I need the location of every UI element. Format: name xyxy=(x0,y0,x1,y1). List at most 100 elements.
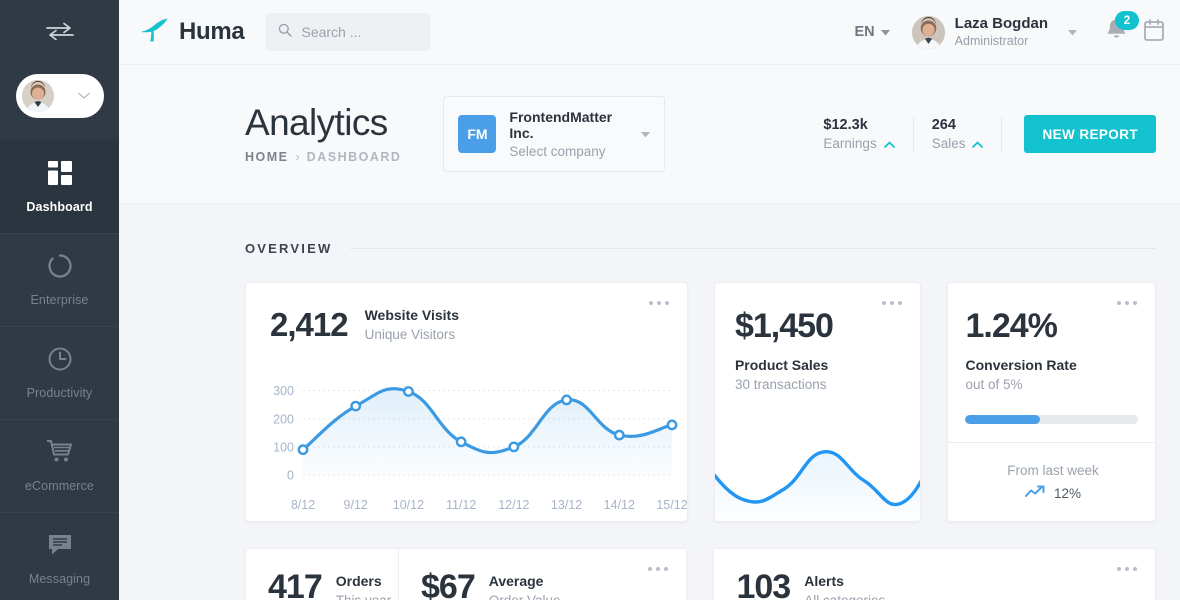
company-subtitle: Select company xyxy=(509,144,606,159)
calendar-icon[interactable] xyxy=(1138,18,1164,46)
cards-row-1: 2,412 Website Visits Unique Visitors 0 10… xyxy=(245,282,1156,522)
card-website-visits: 2,412 Website Visits Unique Visitors 0 10… xyxy=(245,282,688,522)
more-options-icon[interactable] xyxy=(644,563,672,575)
sidebar-nav: Dashboard Enterprise Productivity eComme… xyxy=(0,140,119,600)
sidebar-item-label: Dashboard xyxy=(26,199,93,214)
page-title-block: Analytics HOME › DASHBOARD xyxy=(245,104,401,164)
notifications-button[interactable]: 2 xyxy=(1083,11,1139,47)
section-title: OVERVIEW xyxy=(245,241,333,256)
y-axis-tick-label: 100 xyxy=(273,440,294,454)
data-point-marker xyxy=(350,400,362,412)
search-icon xyxy=(278,23,293,42)
swap-horizontal-icon xyxy=(45,22,74,40)
stat-earnings[interactable]: $12.3k Earnings xyxy=(805,117,914,151)
card-value: 417 xyxy=(268,568,323,600)
brand-logo[interactable]: Huma xyxy=(139,16,245,49)
card-title: Alerts xyxy=(804,573,844,589)
card-alerts: 103 Alerts All categories xyxy=(713,548,1156,600)
avatar xyxy=(21,80,54,112)
x-axis-tick-label: 13/12 xyxy=(551,498,582,512)
card-subtitle: 30 transactions xyxy=(734,377,827,392)
more-options-icon[interactable] xyxy=(1113,563,1141,575)
chat-bubble-icon xyxy=(47,532,73,563)
topbar: Huma EN xyxy=(119,0,1180,65)
data-point-marker xyxy=(403,386,414,397)
y-axis-tick-label: 300 xyxy=(273,384,294,398)
card-average-half: $67 Average Order Value xyxy=(398,549,686,600)
card-header: 2,412 Website Visits Unique Visitors xyxy=(246,283,687,342)
x-axis-tick-label: 12/12 xyxy=(498,498,529,512)
card-text: Website Visits Unique Visitors xyxy=(365,307,459,342)
card-title: Website Visits xyxy=(364,307,460,323)
card-value: $1,450 xyxy=(734,307,834,345)
breadcrumb-separator: › xyxy=(295,150,300,165)
brand-name: Huma xyxy=(179,18,245,45)
card-orders-average: 417 Orders This year $67 Average Order V… xyxy=(245,548,688,600)
stat-label-row: Sales xyxy=(932,136,984,151)
card-value: 1.24% xyxy=(965,307,1057,345)
user-menu[interactable]: Laza Bogdan Administrator xyxy=(904,15,1083,49)
card-footer: From last week 12% xyxy=(948,442,1156,521)
sidebar-user-switcher[interactable] xyxy=(15,74,104,118)
chevron-down-icon xyxy=(77,87,90,105)
sidebar-item-label: Productivity xyxy=(26,386,93,400)
more-options-icon[interactable] xyxy=(878,297,906,309)
caret-up-icon xyxy=(972,136,984,151)
card-title: Conversion Rate xyxy=(965,357,1077,373)
card-subtitle: out of 5% xyxy=(965,377,1023,392)
search-input[interactable] xyxy=(301,24,419,40)
caret-down-icon xyxy=(880,24,890,40)
line-chart-website-visits: 0 100 200 300 8/12 9/12 10/12 11/12 12/12 13/12 14… xyxy=(273,384,687,512)
sidebar-item-ecommerce[interactable]: eCommerce xyxy=(0,419,119,512)
user-text: Laza Bogdan Administrator xyxy=(955,15,1048,49)
stat-value: $12.3k xyxy=(823,117,868,133)
data-point-marker xyxy=(561,394,572,406)
language-selector[interactable]: EN xyxy=(841,24,904,40)
card-text: Orders This year xyxy=(336,571,392,600)
card-subtitle: All categories xyxy=(804,593,885,600)
divider xyxy=(350,248,1156,249)
breadcrumb-current: DASHBOARD xyxy=(306,150,402,165)
sidebar-item-dashboard[interactable]: Dashboard xyxy=(0,140,119,233)
x-axis-tick-label: 14/12 xyxy=(604,498,635,512)
page-title: Analytics xyxy=(245,102,388,144)
data-point-marker xyxy=(297,444,309,456)
x-axis-tick-label: 8/12 xyxy=(291,498,315,512)
trend-up-icon xyxy=(1024,485,1046,501)
data-point-marker xyxy=(666,419,678,431)
sidebar-item-enterprise[interactable]: Enterprise xyxy=(0,233,119,326)
card-subtitle: Unique Visitors xyxy=(364,327,456,342)
shopping-cart-icon xyxy=(46,439,73,470)
more-options-icon[interactable] xyxy=(1113,297,1141,309)
data-point-marker xyxy=(613,429,625,441)
notification-badge: 2 xyxy=(1115,11,1139,30)
cards-row-2: 417 Orders This year $67 Average Order V… xyxy=(245,548,1156,600)
card-value: 103 xyxy=(736,568,791,600)
footer-trend: 12% xyxy=(1024,485,1081,501)
company-initials: FM xyxy=(458,115,497,153)
sidebar-toggle-button[interactable] xyxy=(0,0,119,62)
donut-icon xyxy=(47,253,73,284)
progress-bar-fill xyxy=(965,415,1040,424)
card-orders-half: 417 Orders This year xyxy=(246,549,398,600)
sidebar-item-label: Messaging xyxy=(28,572,91,586)
sidebar-item-messaging[interactable]: Messaging xyxy=(0,512,119,600)
y-axis-tick-label: 200 xyxy=(273,412,294,426)
company-selector[interactable]: FM FrontendMatter Inc. Select company xyxy=(443,96,666,172)
stat-sales[interactable]: 264 Sales xyxy=(914,117,1003,151)
card-value: 2,412 xyxy=(270,306,349,343)
sidebar-item-productivity[interactable]: Productivity xyxy=(0,326,119,419)
x-axis-tick-label: 15/12 xyxy=(656,498,687,512)
stat-label-row: Earnings xyxy=(823,136,895,151)
search-box[interactable] xyxy=(266,13,431,51)
card-product-sales: $1,450 Product Sales 30 transactions xyxy=(713,282,922,522)
clock-icon xyxy=(47,346,73,377)
caret-down-icon xyxy=(1068,23,1077,41)
main-content: OVERVIEW 2,412 Website Visits Unique Vis… xyxy=(119,204,1180,600)
x-axis-tick-label: 11/12 xyxy=(446,498,476,512)
more-options-icon[interactable] xyxy=(645,297,673,309)
card-title: Product Sales xyxy=(734,357,829,373)
company-name: FrontendMatter Inc. xyxy=(509,109,613,141)
new-report-button[interactable]: NEW REPORT xyxy=(1024,115,1156,153)
breadcrumb-home[interactable]: HOME xyxy=(245,151,289,164)
